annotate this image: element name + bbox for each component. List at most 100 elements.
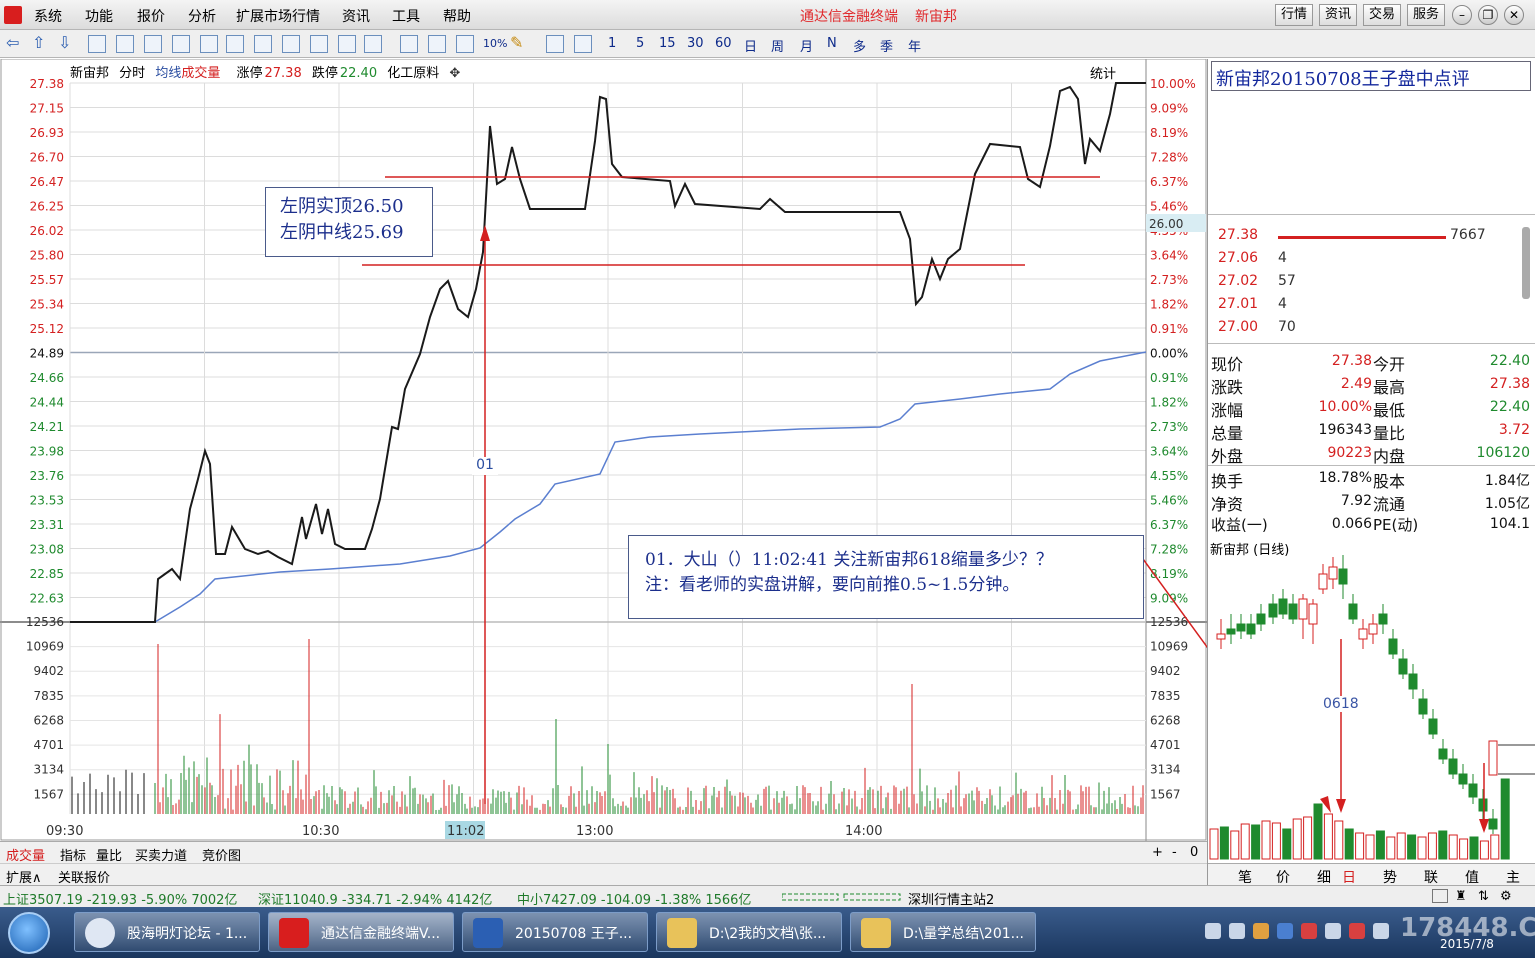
tab-ticks[interactable]: 笔 [1238,867,1252,887]
period-year[interactable]: 年 [908,36,921,55]
menu-tools[interactable]: 工具 [392,6,420,26]
orderbook-scrollbar[interactable] [1522,227,1530,299]
finance-icon[interactable] [282,35,300,53]
keyboard-icon[interactable] [1205,923,1221,939]
period-15min[interactable]: 15 [659,36,676,51]
quote-list-icon[interactable] [88,35,106,53]
period-60min[interactable]: 60 [715,36,732,51]
menu-help[interactable]: 帮助 [443,6,471,26]
reset-button[interactable]: 0 [1190,845,1198,860]
period-1min[interactable]: 1 [608,36,616,51]
f10-icon[interactable] [226,35,244,53]
pct-tick-label: 5.46% [1150,200,1188,214]
period-day[interactable]: 日 [744,36,757,55]
taskbar-item-word[interactable]: 20150708 王子... [462,912,648,952]
server-name[interactable]: 深圳行情主站2 [908,889,994,908]
market-button[interactable]: 行情 [1275,4,1314,26]
tab-value[interactable]: 值 [1465,867,1479,887]
start-button[interactable] [8,912,50,954]
tab-main[interactable]: 主 [1506,867,1520,887]
up-arrow-icon[interactable]: ⇧ [32,35,50,53]
period-quarter[interactable]: 季 [880,36,893,55]
tab-volume-ratio[interactable]: 量比 [96,845,122,864]
intraday-chart-area[interactable]: 27.38 27.15 26.93 26.70 26.47 26.25 26.02 25.80… [0,59,1207,841]
menu-system[interactable]: 系统 [34,6,62,26]
down-arrow-icon[interactable]: ⇩ [58,35,76,53]
service-button[interactable]: 服务 [1407,4,1446,26]
market-status-bar: 上证3507.19 -219.93 -5.90% 7002亿 深证11040.9… [0,885,1535,908]
marker-label-01: 01 [472,457,498,475]
f12-icon[interactable] [310,35,328,53]
settings-icon[interactable]: ⚙ [1500,889,1512,904]
period-week[interactable]: 周 [771,36,784,55]
warning-icon[interactable] [1349,923,1365,939]
percent-scale-button[interactable]: 10% [483,37,507,50]
table-icon[interactable] [116,35,134,53]
daily-volume-bar [1282,828,1292,860]
daily-kline-svg[interactable] [1208,555,1535,863]
taskbar-item-folder2[interactable]: D:\量学总结\201... [850,912,1036,952]
menu-quote[interactable]: 报价 [137,6,165,26]
period-multi[interactable]: 多 [853,36,866,55]
search-icon[interactable] [364,35,382,53]
security-icon[interactable] [1253,923,1269,939]
period-n[interactable]: N [827,36,837,51]
line-chart-icon[interactable] [144,35,162,53]
tab-linked[interactable]: 联 [1424,867,1438,887]
avg-line-toggle[interactable]: 均线 [155,66,181,81]
user-icon[interactable]: ♜ [1455,889,1467,904]
volume-toggle[interactable]: 成交量 [181,66,226,81]
trade-button[interactable]: 交易 [1363,4,1402,26]
taskbar-item-forum[interactable]: 股海明灯论坛 - 1... [74,912,260,952]
close-icon[interactable]: ✕ [1504,5,1524,25]
info-button[interactable]: 资讯 [1319,4,1358,26]
kline-icon[interactable] [172,35,190,53]
zoom-in-button[interactable]: + [1152,845,1163,860]
network-icon[interactable] [1325,923,1341,939]
period-30min[interactable]: 30 [687,36,704,51]
volume-icon[interactable] [456,35,474,53]
back-arrow-icon[interactable]: ⇦ [6,35,24,53]
tab-auction[interactable]: 竞价图 [202,845,241,864]
related-quotes-tab[interactable]: 关联报价 [58,867,110,886]
help-icon[interactable] [1229,923,1245,939]
tab-detail[interactable]: 细 [1317,867,1331,887]
tab-trend[interactable]: 势 [1383,867,1397,887]
zoom-out-button[interactable]: - [1172,845,1177,860]
antivirus-icon[interactable] [1301,923,1317,939]
menu-news[interactable]: 资讯 [342,6,370,26]
tab-buy-sell-power[interactable]: 买卖力道 [135,845,187,864]
period-month[interactable]: 月 [800,36,813,55]
tab-price[interactable]: 价 [1276,867,1290,887]
tab-daily[interactable]: 日 [1342,867,1356,887]
fs-icon[interactable] [546,35,564,53]
indicator-icon[interactable] [400,35,418,53]
restore-icon[interactable]: ❐ [1478,5,1498,25]
sector-label[interactable]: 化工原料 [387,66,439,81]
expand-toggle[interactable]: 扩展∧ [6,867,42,886]
menu-analysis[interactable]: 分析 [188,6,216,26]
minimize-icon[interactable]: – [1452,5,1472,25]
f10-detail-icon[interactable] [338,35,356,53]
report-icon[interactable] [200,35,218,53]
chart-mode[interactable]: 分时 [119,66,145,81]
refresh-icon[interactable] [574,35,592,53]
daily-volume-bar [1251,824,1261,860]
news-icon[interactable] [254,35,272,53]
tab-volume[interactable]: 成交量 [6,845,45,864]
tab-indicator[interactable]: 指标 [60,845,86,864]
period-5min[interactable]: 5 [636,36,644,51]
menu-function[interactable]: 功能 [85,6,113,26]
volume-speaker-icon[interactable] [1373,923,1389,939]
shield-icon[interactable] [1277,923,1293,939]
overlay-icon[interactable] [428,35,446,53]
menu-extended-market[interactable]: 扩展市场行情 [236,6,320,26]
taskbar-item-terminal[interactable]: 通达信金融终端V... [268,912,454,952]
statistics-button[interactable]: 统计 [1090,63,1116,82]
sort-icon[interactable]: ⇅ [1478,889,1489,904]
sector-dropdown-icon[interactable]: ✥ [449,66,460,81]
pencil-icon[interactable]: ✎ [510,35,528,53]
taskbar-item-folder1[interactable]: D:\2我的文档\张... [656,912,842,952]
layout-icon[interactable] [1432,889,1448,903]
daily-volume-bar [1271,822,1281,860]
